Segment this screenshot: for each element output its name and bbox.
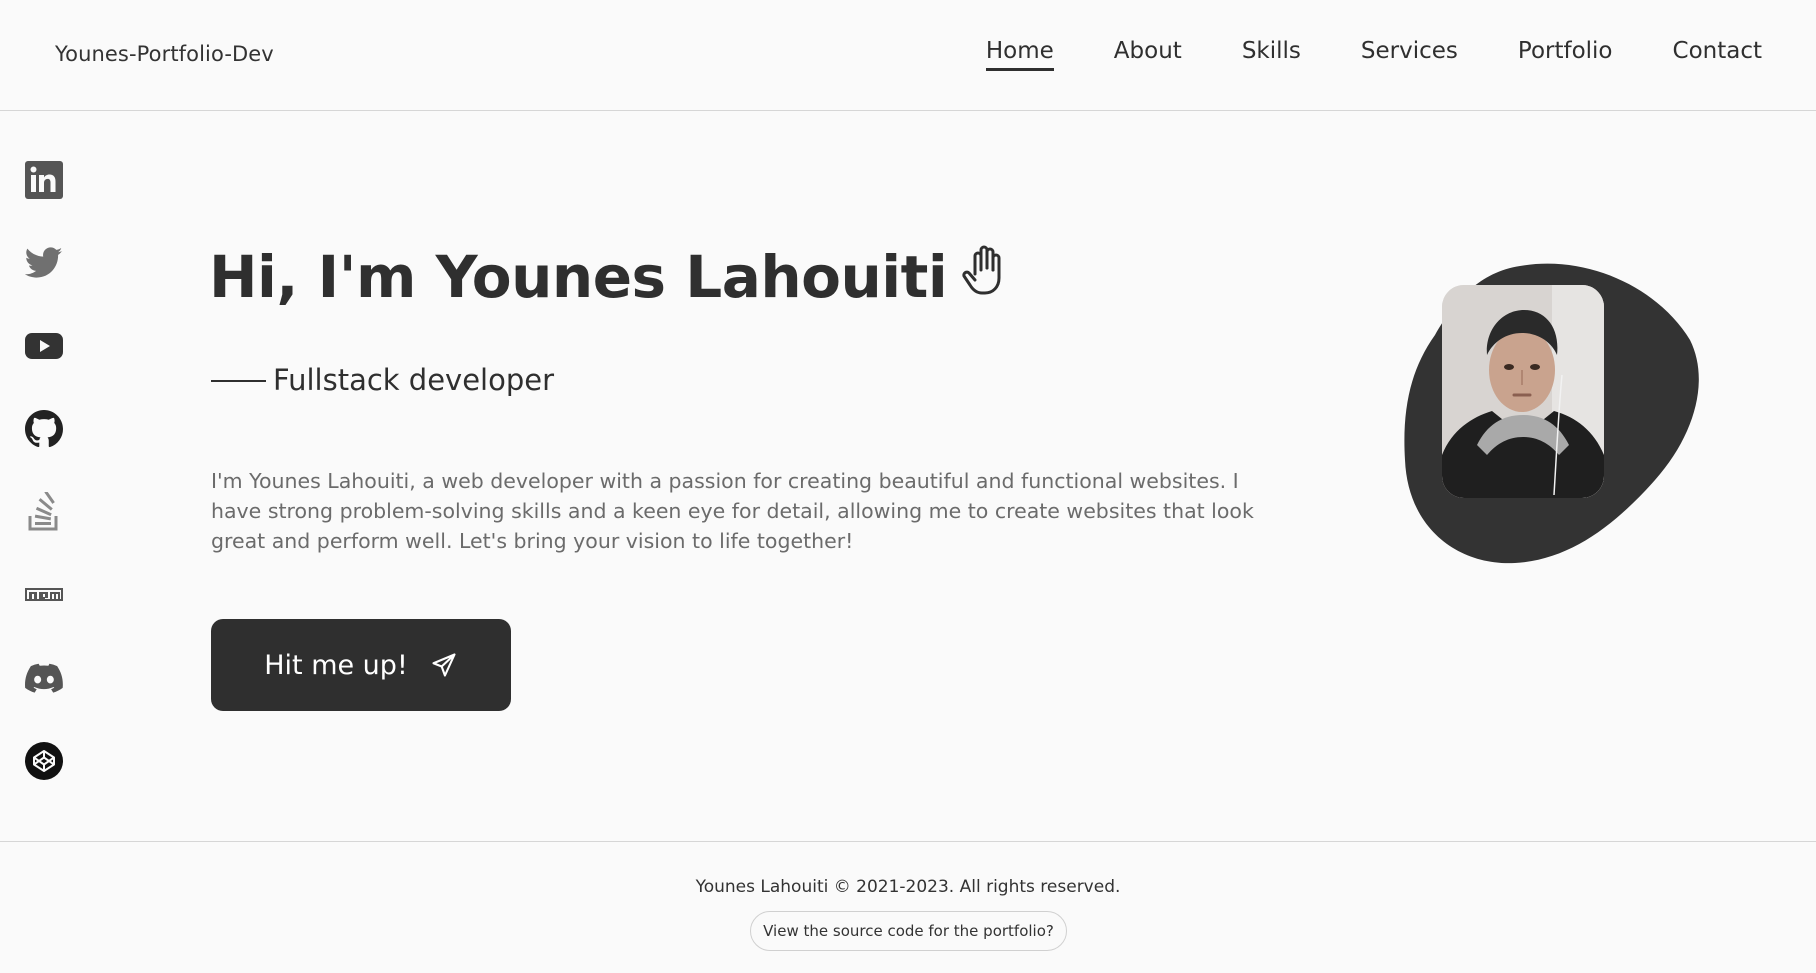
- profile-photo: [1442, 285, 1604, 498]
- discord-link[interactable]: [24, 658, 64, 698]
- twitter-link[interactable]: [24, 243, 64, 283]
- stackoverflow-link[interactable]: [24, 492, 64, 532]
- main-nav: Home About Skills Services Portfolio Con…: [926, 38, 1762, 71]
- codepen-link[interactable]: [24, 741, 64, 781]
- nav-home[interactable]: Home: [985, 38, 1054, 71]
- hit-me-up-button[interactable]: Hit me up!: [211, 619, 511, 711]
- codepen-icon: [25, 742, 63, 780]
- view-source-button[interactable]: View the source code for the portfolio?: [750, 911, 1067, 951]
- discord-icon: [25, 663, 63, 693]
- linkedin-link[interactable]: [24, 160, 64, 200]
- social-sidebar: [24, 160, 64, 824]
- copyright-text: Younes Lahouiti © 2021-2023. All rights …: [695, 877, 1121, 897]
- nav-contact[interactable]: Contact: [1673, 38, 1762, 68]
- hero-subtitle-row: Fullstack developer: [211, 363, 554, 397]
- stackoverflow-icon: [28, 492, 58, 531]
- nav-services[interactable]: Services: [1361, 38, 1458, 68]
- site-header: Younes-Portfolio-Dev Home About Skills S…: [0, 0, 1816, 111]
- nav-about[interactable]: About: [1114, 38, 1182, 68]
- subtitle-divider: [211, 380, 266, 382]
- nav-portfolio[interactable]: Portfolio: [1518, 38, 1613, 68]
- npm-icon: [25, 588, 63, 601]
- site-footer: Younes Lahouiti © 2021-2023. All rights …: [0, 841, 1816, 973]
- github-link[interactable]: [24, 409, 64, 449]
- youtube-link[interactable]: [24, 326, 64, 366]
- hero-subtitle: Fullstack developer: [273, 363, 555, 397]
- hero-description: I'm Younes Lahouiti, a web developer wit…: [211, 469, 1254, 553]
- send-icon: [430, 651, 458, 679]
- twitter-icon: [25, 247, 63, 278]
- github-icon: [25, 410, 63, 448]
- youtube-icon: [25, 333, 63, 359]
- waving-hand-icon: [961, 242, 1007, 310]
- brand-logo[interactable]: Younes-Portfolio-Dev: [55, 42, 274, 66]
- npm-link[interactable]: [24, 575, 64, 615]
- profile-blob: [1400, 260, 1705, 570]
- hero-title-text: Hi, I'm Younes Lahouiti: [209, 243, 948, 311]
- cta-label: Hit me up!: [264, 649, 408, 681]
- linkedin-icon: [25, 161, 63, 199]
- nav-skills[interactable]: Skills: [1242, 38, 1301, 68]
- hero-title: Hi, I'm Younes Lahouiti: [209, 243, 1007, 311]
